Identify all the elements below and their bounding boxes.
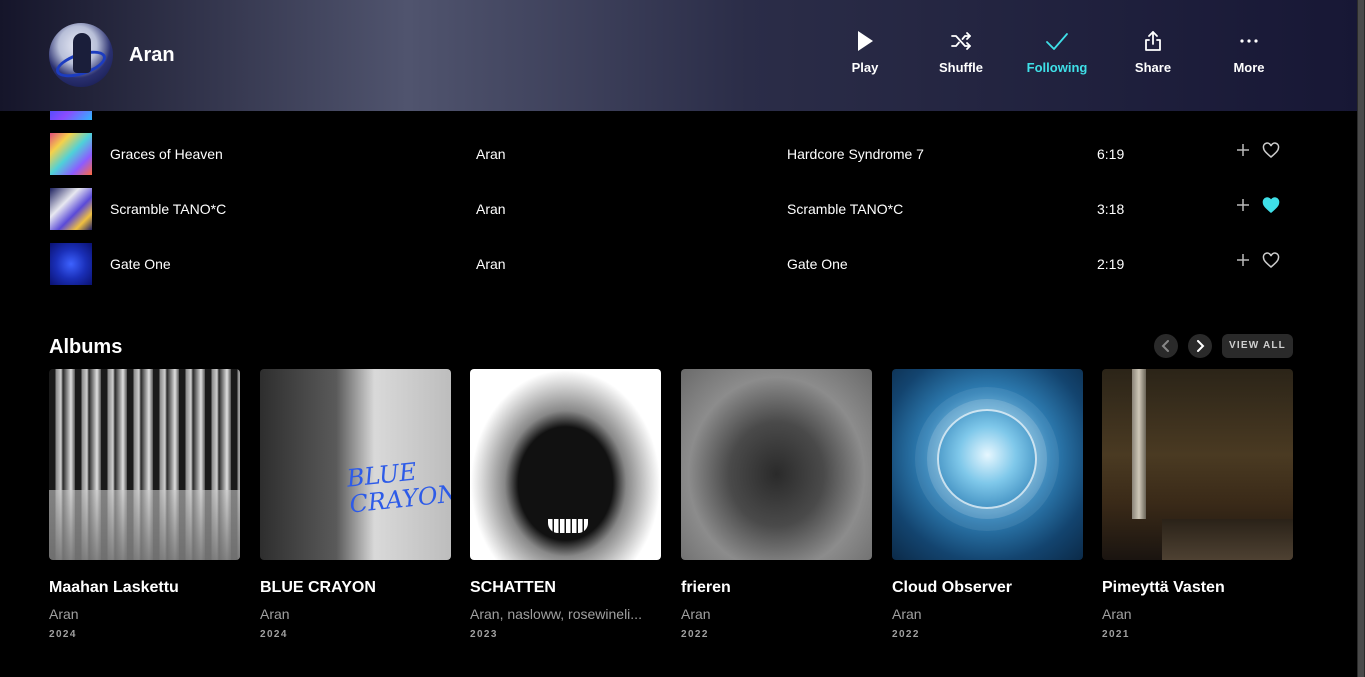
album-year: 2021 <box>1102 629 1130 640</box>
album-card[interactable]: BLUE CRAYON BLUE CRAYON Aran 2024 <box>260 369 451 641</box>
artist-name: Aran <box>129 44 175 66</box>
chevron-right-icon <box>1197 340 1205 352</box>
track-row[interactable]: Graces of Heaven Aran Hardcore Syndrome … <box>0 133 1357 175</box>
artist-header: Aran Play Shuffle Following Share More <box>0 0 1357 111</box>
share-label: Share <box>1134 60 1172 75</box>
album-title[interactable]: Pimeyttä Vasten <box>1102 579 1293 597</box>
album-card[interactable]: frieren Aran 2022 <box>681 369 872 641</box>
albums-prev-button[interactable] <box>1154 334 1178 358</box>
heart-filled-icon[interactable] <box>1262 197 1280 215</box>
play-button[interactable]: Play <box>825 28 905 75</box>
track-artist[interactable]: Aran <box>476 256 506 272</box>
view-all-button[interactable]: VIEW ALL <box>1222 334 1293 358</box>
album-cover[interactable]: BLUE CRAYON <box>260 369 451 560</box>
album-cover[interactable] <box>681 369 872 560</box>
album-card[interactable]: Pimeyttä Vasten Aran 2021 <box>1102 369 1293 641</box>
album-title[interactable]: BLUE CRAYON <box>260 579 451 597</box>
track-album[interactable]: Scramble TANO*C <box>787 201 903 217</box>
album-artist[interactable]: Aran <box>260 606 451 622</box>
album-year: 2022 <box>892 629 920 640</box>
album-year: 2024 <box>49 629 77 640</box>
track-album[interactable]: Gate One <box>787 256 848 272</box>
more-label: More <box>1233 60 1265 75</box>
track-duration: 3:18 <box>1097 201 1125 217</box>
album-year: 2022 <box>681 629 709 640</box>
following-label: Following <box>1026 60 1088 75</box>
track-row[interactable]: Gate One Aran Gate One 2:19 <box>0 243 1357 285</box>
album-cover[interactable] <box>892 369 1083 560</box>
add-to-playlist-icon[interactable] <box>1235 252 1251 268</box>
track-artist[interactable]: Aran <box>476 201 506 217</box>
share-button[interactable]: Share <box>1113 28 1193 75</box>
track-duration: 2:19 <box>1097 256 1125 272</box>
album-title[interactable]: Maahan Laskettu <box>49 579 240 597</box>
album-year: 2023 <box>470 629 498 640</box>
album-artist[interactable]: Aran <box>49 606 240 622</box>
track-row[interactable]: Scramble TANO*C Aran Scramble TANO*C 3:1… <box>0 188 1357 230</box>
album-card[interactable]: SCHATTEN Aran, nasloww, rosewineli... 20… <box>470 369 661 641</box>
more-icon <box>1209 28 1289 54</box>
track-artwork <box>50 133 92 175</box>
album-artist[interactable]: Aran, nasloww, rosewineli... <box>470 606 661 622</box>
play-label: Play <box>851 60 879 75</box>
shuffle-button[interactable]: Shuffle <box>921 28 1001 75</box>
album-year: 2024 <box>260 629 288 640</box>
track-album[interactable]: Hardcore Syndrome 7 <box>787 146 924 162</box>
artist-avatar <box>49 23 113 87</box>
album-artist[interactable]: Aran <box>892 606 1083 622</box>
shuffle-label: Shuffle <box>938 60 984 75</box>
track-artwork <box>50 243 92 285</box>
play-icon <box>825 28 905 54</box>
album-cover[interactable] <box>1102 369 1293 560</box>
album-title[interactable]: frieren <box>681 579 872 597</box>
album-title[interactable]: SCHATTEN <box>470 579 661 597</box>
album-card[interactable]: Maahan Laskettu Aran 2024 <box>49 369 240 641</box>
more-button[interactable]: More <box>1209 28 1289 75</box>
share-icon <box>1113 28 1193 54</box>
page-scrollbar[interactable] <box>1357 0 1365 677</box>
add-to-playlist-icon[interactable] <box>1235 197 1251 213</box>
albums-next-button[interactable] <box>1188 334 1212 358</box>
album-artist[interactable]: Aran <box>681 606 872 622</box>
track-title[interactable]: Gate One <box>110 256 171 272</box>
check-icon <box>1017 28 1097 54</box>
track-title[interactable]: Graces of Heaven <box>110 146 223 162</box>
track-artwork <box>50 188 92 230</box>
track-title[interactable]: Scramble TANO*C <box>110 201 226 217</box>
heart-icon[interactable] <box>1262 252 1280 270</box>
heart-icon[interactable] <box>1262 142 1280 160</box>
album-card[interactable]: Cloud Observer Aran 2022 <box>892 369 1083 641</box>
track-artist[interactable]: Aran <box>476 146 506 162</box>
track-duration: 6:19 <box>1097 146 1125 162</box>
album-title[interactable]: Cloud Observer <box>892 579 1083 597</box>
albums-heading: Albums <box>49 336 123 358</box>
scrollbar-thumb[interactable] <box>1358 0 1364 677</box>
add-to-playlist-icon[interactable] <box>1235 142 1251 158</box>
album-cover[interactable] <box>470 369 661 560</box>
following-button[interactable]: Following <box>1017 28 1097 75</box>
shuffle-icon <box>921 28 1001 54</box>
album-cover[interactable] <box>49 369 240 560</box>
cover-text: BLUE CRAYON <box>345 457 451 519</box>
album-artist[interactable]: Aran <box>1102 606 1293 622</box>
chevron-left-icon <box>1161 340 1169 352</box>
